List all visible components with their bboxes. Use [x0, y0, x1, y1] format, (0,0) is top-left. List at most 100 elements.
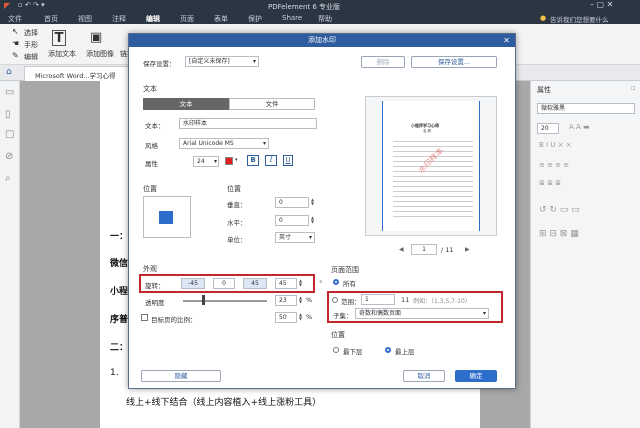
menu-file[interactable]: 文件: [8, 14, 22, 24]
horizontal-spinner[interactable]: ▲ ▼: [310, 216, 315, 225]
tool-edit[interactable]: 编辑: [24, 52, 38, 62]
vertical-input[interactable]: 0: [275, 197, 309, 208]
scale-spinner[interactable]: ▲ ▼: [298, 313, 303, 322]
chevron-down-icon[interactable]: ▾: [235, 157, 238, 163]
menu-share[interactable]: Share: [282, 14, 302, 22]
range-label: 范围：: [341, 298, 361, 306]
tool-hand[interactable]: 手形: [24, 40, 38, 50]
save-settings-button[interactable]: 保存设置...: [411, 56, 497, 68]
size-value: 20: [541, 125, 549, 132]
spacing-buttons[interactable]: ≣ ≣ ≣: [539, 179, 561, 187]
quick-access-icons[interactable]: ▫ ↶ ↷ ▾: [18, 1, 45, 9]
doc-line: 二：: [110, 343, 129, 353]
tab-text[interactable]: 文本: [143, 98, 229, 110]
color-swatch[interactable]: [225, 157, 233, 165]
comment-icon[interactable]: ▢: [5, 129, 14, 140]
add-watermark-dialog: 添加水印 ✕ 保存设置： [自定义未保存] ▾ 删除 保存设置... 文本 文本 …: [128, 33, 516, 389]
range-from-input[interactable]: 1: [361, 294, 395, 305]
rotate-minus45-button[interactable]: -45: [181, 278, 205, 289]
cancel-button[interactable]: 取消: [403, 370, 445, 382]
preset-select[interactable]: [自定义未保存] ▾: [185, 56, 259, 67]
subset-value: 奇数和偶数页面: [359, 310, 402, 317]
bookmark-icon[interactable]: ▯: [5, 109, 11, 120]
add-image-button[interactable]: 添加图像: [86, 49, 114, 59]
ok-button[interactable]: 确定: [455, 370, 497, 382]
unit-select[interactable]: 英寸 ▾: [275, 232, 315, 243]
opacity-slider-thumb[interactable]: [202, 295, 206, 305]
position-grid[interactable]: [143, 196, 191, 238]
range-radio[interactable]: [332, 297, 338, 303]
menu-bar: 文件 首页 视图 注释 编辑 页面 表单 保护 Share 帮助 ● 告诉我们您…: [0, 12, 640, 24]
app-logo-icon: ◤: [4, 1, 11, 10]
opacity-spinner[interactable]: ▲ ▼: [298, 296, 303, 305]
below-radio[interactable]: [333, 347, 339, 353]
scale-checkbox[interactable]: [141, 314, 148, 321]
rotation-input[interactable]: 45: [275, 278, 297, 289]
underline-button[interactable]: U: [283, 155, 293, 166]
close-panel-icon[interactable]: ▫: [631, 84, 636, 92]
menu-edit[interactable]: 编辑: [146, 14, 160, 24]
bold-button[interactable]: B: [247, 155, 259, 166]
arrange-buttons[interactable]: ⊞ ⊟ ⊠ ▦: [539, 229, 579, 239]
size-select[interactable]: 20: [537, 123, 559, 134]
watermark-text-input[interactable]: 水印样本: [179, 118, 317, 129]
menu-comment[interactable]: 注释: [112, 14, 126, 24]
scale-input[interactable]: 50: [275, 312, 297, 323]
font-size-select[interactable]: 24 ▾: [193, 156, 219, 167]
tab-file[interactable]: 文件: [229, 98, 315, 110]
subset-select[interactable]: 奇数和偶数页面 ▾: [355, 308, 489, 319]
hide-button[interactable]: 隐藏: [141, 370, 221, 382]
close-icon[interactable]: ✕: [503, 34, 510, 47]
scale-unit: %: [306, 313, 313, 321]
rotate-45-button[interactable]: 45: [243, 278, 267, 289]
menu-view[interactable]: 视图: [78, 14, 92, 24]
add-image-icon[interactable]: ▣: [90, 30, 102, 45]
font-select[interactable]: 微软雅黑: [537, 103, 635, 114]
font-value: 微软雅黑: [541, 105, 566, 112]
menu-help[interactable]: 帮助: [318, 14, 332, 24]
page-input[interactable]: 1: [411, 244, 437, 255]
tool-select[interactable]: 选择: [24, 28, 38, 38]
unit-value: 英寸: [279, 234, 292, 241]
pages-icon[interactable]: ▭: [5, 87, 14, 98]
feedback-text[interactable]: 告诉我们您想要什么: [550, 14, 609, 24]
format-buttons[interactable]: A A ▬: [569, 123, 590, 131]
delete-button[interactable]: 删除: [361, 56, 405, 68]
vertical-spinner[interactable]: ▲ ▼: [310, 198, 315, 207]
menu-protect[interactable]: 保护: [248, 14, 262, 24]
font-select[interactable]: Arial Unicode MS ▾: [179, 138, 269, 149]
doc-line: 微信: [110, 259, 129, 269]
doc-tab[interactable]: Microsoft Word...学习心得: [24, 66, 144, 81]
menu-home[interactable]: 首页: [44, 14, 58, 24]
prev-page-icon[interactable]: ◀: [399, 246, 404, 253]
style-label: 风格: [145, 142, 158, 150]
opacity-slider[interactable]: [183, 300, 267, 302]
style-buttons[interactable]: B I U × ×: [539, 141, 572, 149]
doc-line: 序普: [110, 315, 129, 325]
search-icon[interactable]: ⌕: [5, 173, 11, 184]
horizontal-input[interactable]: 0: [275, 215, 309, 226]
add-text-button[interactable]: 添加文本: [48, 49, 76, 59]
menu-page[interactable]: 页面: [180, 14, 194, 24]
next-page-icon[interactable]: ▶: [465, 246, 470, 253]
rotation-spinner[interactable]: ▲ ▼: [298, 279, 303, 288]
italic-button[interactable]: I: [265, 155, 277, 166]
rotate-buttons[interactable]: ↺ ↻ ▭ ▭: [539, 205, 580, 215]
attachment-icon[interactable]: ⊘: [5, 151, 13, 162]
preview-page: 小程序学习心得 名 称 水印样本: [382, 101, 480, 231]
window-controls[interactable]: – ▢ ✕: [590, 0, 613, 9]
doc-line: 一：: [110, 232, 129, 242]
layer-title: 位置: [331, 331, 345, 339]
all-radio[interactable]: [333, 279, 339, 285]
opacity-input[interactable]: 23: [275, 295, 297, 306]
align-buttons[interactable]: ≡ ≡ ≡ ≡: [539, 161, 569, 169]
above-radio[interactable]: [385, 347, 391, 353]
hand-icon: ☚: [12, 39, 20, 48]
position-selected-cell[interactable]: [159, 211, 173, 224]
rotate-0-button[interactable]: 0: [213, 278, 235, 289]
menu-form[interactable]: 表单: [214, 14, 228, 24]
page-total: / 11: [441, 246, 454, 254]
add-text-icon[interactable]: T: [52, 30, 66, 46]
edit-icon: ✎: [12, 51, 19, 60]
home-icon[interactable]: ⌂: [6, 67, 12, 77]
